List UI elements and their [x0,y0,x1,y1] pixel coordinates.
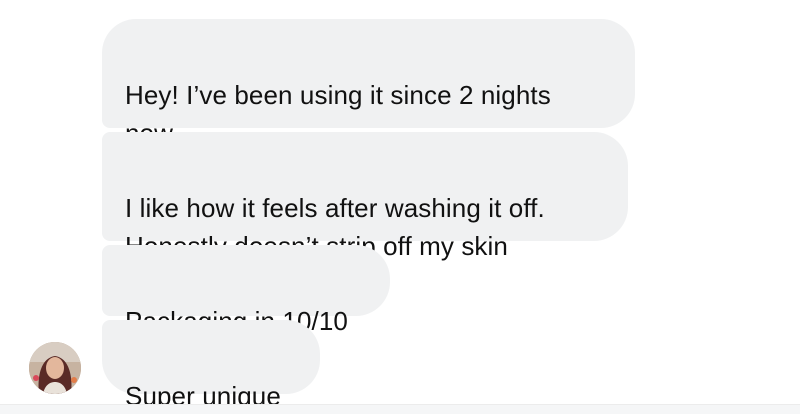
message-bubble[interactable]: Packaging in 10/10 [102,245,390,336]
sender-avatar[interactable] [29,342,81,394]
message-bubble[interactable]: I like how it feels after washing it off… [102,132,628,261]
chat-thread: Hey! I’ve been using it since 2 nights n… [0,0,800,414]
avatar-photo [29,342,81,394]
message-bubble[interactable]: Super unique [102,320,320,411]
composer-bar-edge [0,404,800,414]
message-bubble[interactable]: Hey! I’ve been using it since 2 nights n… [102,19,635,148]
